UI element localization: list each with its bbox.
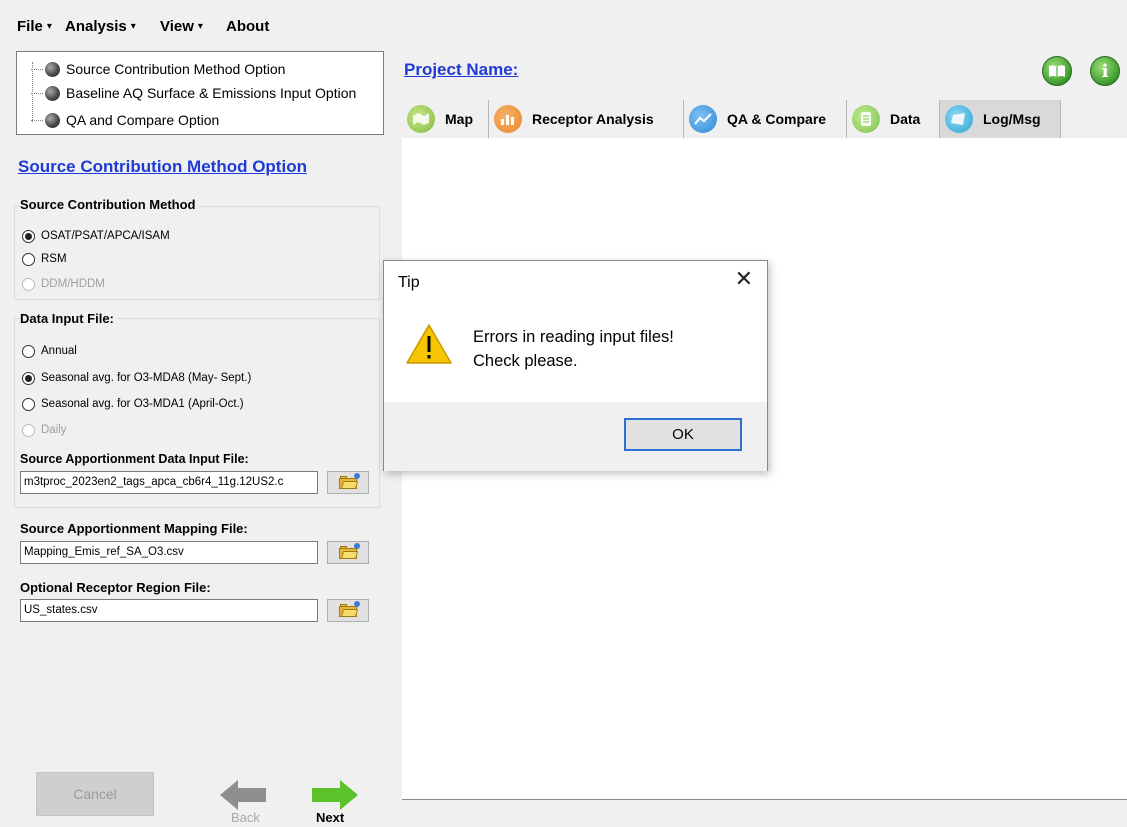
dialog-message: Errors in reading input files! Check ple… [473, 325, 674, 373]
tab-label: Data [890, 111, 921, 127]
tree-node-icon [45, 61, 60, 77]
data-group-title: Data Input File: [20, 311, 118, 326]
dialog-footer: OK [384, 402, 767, 471]
tree-node-icon [45, 112, 60, 128]
message-line: Check please. [473, 352, 578, 370]
tree-item-qa-compare[interactable]: QA and Compare Option [31, 110, 219, 130]
radio-button[interactable] [22, 344, 35, 358]
back-label[interactable]: Back [231, 810, 260, 825]
radio-annual[interactable]: Annual [22, 342, 77, 360]
info-button[interactable]: i [1090, 56, 1120, 86]
bar-chart-icon [494, 105, 522, 133]
menu-about[interactable]: About [226, 18, 269, 35]
back-arrow-icon[interactable] [220, 780, 266, 810]
next-label[interactable]: Next [316, 810, 344, 825]
radio-button [22, 423, 35, 437]
radio-daily: Daily [22, 421, 67, 439]
menu-bar: File ▾ Analysis ▾ View ▾ About [0, 0, 1127, 44]
tab-label: QA & Compare [727, 111, 827, 127]
radio-button[interactable] [22, 371, 35, 385]
tab-receptor-analysis[interactable]: Receptor Analysis [489, 100, 684, 138]
radio-ddm: DDM/HDDM [22, 275, 105, 293]
tree-item-label: Baseline AQ Surface & Emissions Input Op… [66, 85, 357, 101]
tree-item-baseline-aq[interactable]: Baseline AQ Surface & Emissions Input Op… [31, 83, 356, 103]
line-chart-icon [689, 105, 717, 133]
radio-label: OSAT/PSAT/APCA/ISAM [41, 230, 170, 242]
ok-button[interactable]: OK [624, 418, 742, 451]
tip-dialog: Tip ✕ Errors in reading input files! Che… [383, 260, 768, 471]
menu-file[interactable]: File ▾ [17, 18, 52, 35]
sa-file-browse-button[interactable] [327, 471, 369, 494]
folder-icon [339, 473, 360, 489]
dialog-title: Tip [398, 274, 420, 291]
radio-seasonal-mda8[interactable]: Seasonal avg. for O3-MDA8 (May- Sept.) [22, 369, 251, 387]
mapping-file-browse-button[interactable] [327, 541, 369, 564]
document-icon [852, 105, 880, 133]
method-group-title: Source Contribution Method [20, 197, 200, 212]
tree-item-label: Source Contribution Method Option [66, 61, 286, 77]
warning-icon [406, 324, 452, 364]
close-icon[interactable]: ✕ [735, 267, 753, 292]
help-book-button[interactable] [1042, 56, 1072, 86]
tab-data[interactable]: Data [847, 100, 940, 138]
tab-qa-compare[interactable]: QA & Compare [684, 100, 847, 138]
radio-button[interactable] [22, 252, 35, 266]
map-icon [407, 105, 435, 133]
radio-label: Annual [41, 345, 77, 357]
tab-label: Log/Msg [983, 111, 1041, 127]
project-name-label[interactable]: Project Name: [404, 60, 518, 80]
radio-osat[interactable]: OSAT/PSAT/APCA/ISAM [22, 227, 170, 245]
tab-label: Map [445, 111, 473, 127]
radio-label: Daily [41, 424, 67, 436]
next-arrow-icon[interactable] [312, 780, 358, 810]
radio-rsm[interactable]: RSM [22, 250, 67, 268]
left-panel-title[interactable]: Source Contribution Method Option [18, 157, 307, 177]
radio-label: Seasonal avg. for O3-MDA8 (May- Sept.) [41, 372, 252, 384]
tab-log-msg[interactable]: Log/Msg [940, 100, 1061, 138]
menu-view[interactable]: View ▾ [160, 18, 203, 35]
folder-icon [339, 601, 360, 617]
option-tree: Source Contribution Method Option Baseli… [16, 51, 384, 135]
radio-button[interactable] [22, 229, 35, 243]
radio-label: RSM [41, 253, 67, 265]
tab-strip: Map Receptor Analysis QA & Compare Data … [402, 100, 1127, 138]
mapping-file-label: Source Apportionment Mapping File: [20, 521, 248, 536]
region-file-input[interactable]: US_states.csv [20, 599, 318, 622]
sa-file-input[interactable]: m3tproc_2023en2_tags_apca_cb6r4_11g.12US… [20, 471, 318, 494]
region-file-browse-button[interactable] [327, 599, 369, 622]
menu-analysis[interactable]: Analysis ▾ [65, 18, 136, 35]
tree-item-label: QA and Compare Option [66, 112, 220, 128]
sa-file-label: Source Apportionment Data Input File: [20, 452, 249, 466]
mapping-file-input[interactable]: Mapping_Emis_ref_SA_O3.csv [20, 541, 318, 564]
radio-button [22, 277, 35, 291]
region-file-label: Optional Receptor Region File: [20, 580, 211, 595]
tab-label: Receptor Analysis [532, 111, 654, 127]
message-line: Errors in reading input files! [473, 328, 674, 346]
tab-map[interactable]: Map [402, 100, 489, 138]
tree-node-icon [45, 85, 60, 101]
cancel-button: Cancel [36, 772, 154, 816]
radio-label: Seasonal avg. for O3-MDA1 (April-Oct.) [41, 398, 244, 410]
log-icon [945, 105, 973, 133]
info-icon: i [1101, 60, 1109, 82]
book-icon [1049, 65, 1065, 77]
folder-icon [339, 543, 360, 559]
tree-item-source-contribution[interactable]: Source Contribution Method Option [31, 59, 285, 79]
radio-seasonal-mda1[interactable]: Seasonal avg. for O3-MDA1 (April-Oct.) [22, 395, 244, 413]
radio-button[interactable] [22, 397, 35, 411]
radio-label: DDM/HDDM [41, 278, 105, 290]
